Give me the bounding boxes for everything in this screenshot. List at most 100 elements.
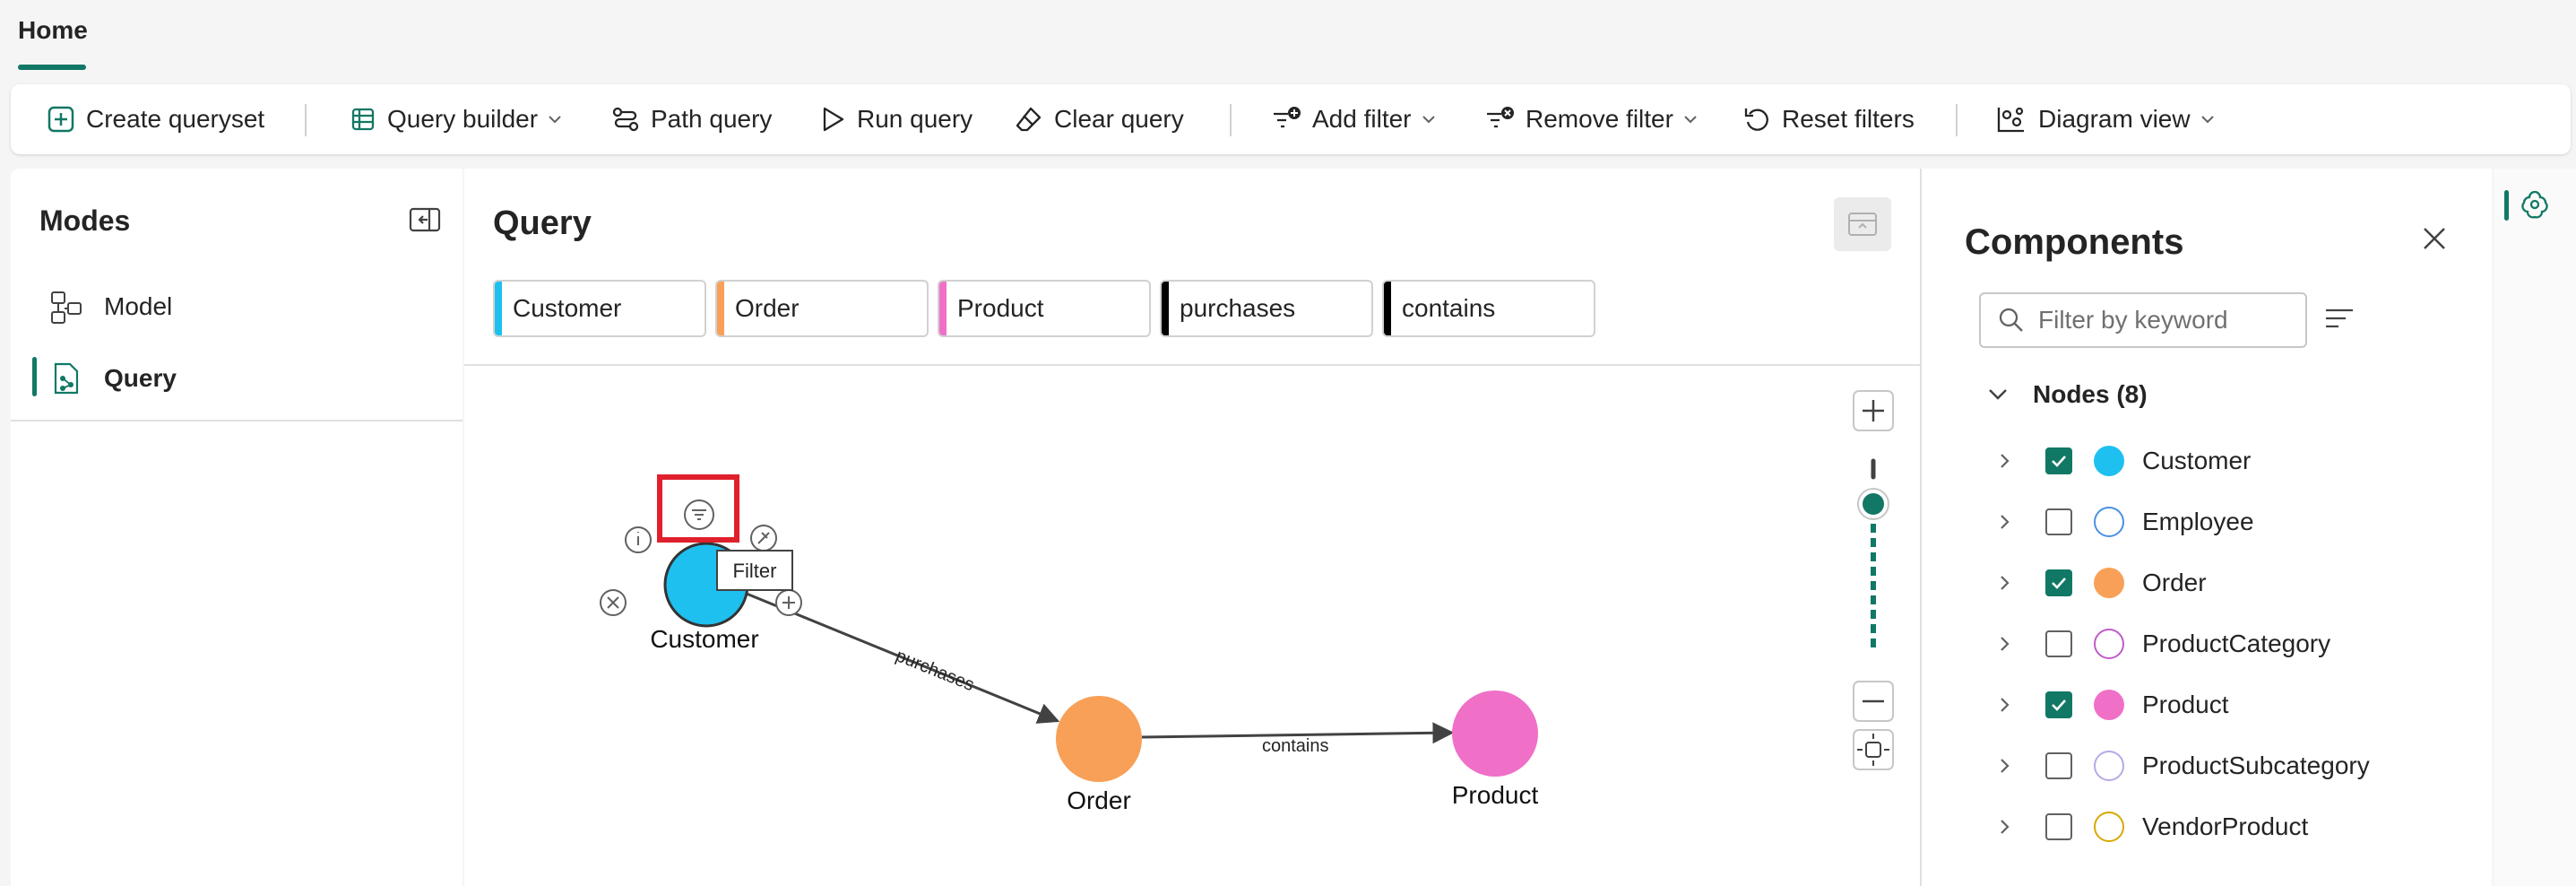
component-item[interactable]: Customer: [1993, 434, 2251, 488]
fit-to-screen-button[interactable]: [1853, 729, 1894, 770]
component-item[interactable]: ProductCategory: [1993, 617, 2330, 671]
expand-icon[interactable]: [775, 589, 802, 616]
play-icon: [823, 107, 844, 132]
nodes-section-header[interactable]: Nodes (8): [1984, 375, 2148, 414]
path-query-label: Path query: [651, 105, 773, 133]
mode-item-label: Model: [104, 292, 173, 320]
table-icon: [351, 108, 375, 131]
zoom-slider-thumb[interactable]: [1859, 490, 1888, 518]
component-item[interactable]: VendorProduct: [1993, 800, 2308, 854]
graph-node-product[interactable]: [1452, 691, 1538, 777]
add-filter-button[interactable]: Add filter: [1271, 84, 1448, 154]
sort-button[interactable]: [2323, 305, 2356, 336]
search-placeholder: Filter by keyword: [2038, 306, 2228, 334]
query-chip-purchases[interactable]: purchases: [1160, 280, 1373, 337]
search-input[interactable]: Filter by keyword: [1979, 292, 2307, 348]
component-label: Order: [2142, 569, 2207, 596]
mode-item-model[interactable]: Model: [32, 278, 172, 335]
clear-query-label: Clear query: [1054, 105, 1184, 133]
chevron-right-icon[interactable]: [1993, 450, 2015, 472]
query-chip-order[interactable]: Order: [715, 280, 929, 337]
component-color-dot: [2094, 812, 2124, 842]
component-checkbox[interactable]: [2045, 508, 2072, 535]
component-label: VendorProduct: [2142, 812, 2309, 840]
query-builder-label: Query builder: [387, 105, 539, 133]
add-square-icon: [48, 106, 74, 133]
chevron-right-icon[interactable]: [1993, 816, 2015, 838]
chip-color-bar: [717, 282, 724, 335]
sort-icon: [2326, 308, 2353, 328]
chevron-right-icon[interactable]: [1993, 633, 2015, 655]
component-color-dot: [2094, 568, 2124, 598]
info-icon[interactable]: [625, 526, 652, 553]
filter-add-icon: [1274, 107, 1301, 128]
component-item[interactable]: ProductSubcategory: [1993, 739, 2370, 793]
home-tab[interactable]: Home: [18, 16, 88, 45]
path-query-button[interactable]: Path query: [611, 84, 772, 154]
chip-label: Order: [735, 294, 800, 322]
chevron-right-icon[interactable]: [1993, 511, 2015, 533]
chip-color-bar: [495, 282, 502, 335]
toolbar-divider: [305, 104, 307, 136]
filter-icon[interactable]: [684, 499, 714, 530]
close-icon[interactable]: [600, 589, 627, 616]
component-item[interactable]: Order: [1993, 556, 2207, 610]
clear-query-button[interactable]: Clear query: [1015, 84, 1184, 154]
check-icon: [2052, 578, 2066, 589]
run-query-label: Run query: [857, 105, 973, 133]
copilot-icon: [2521, 190, 2548, 219]
right-rail: [2494, 169, 2576, 886]
query-chip-customer[interactable]: Customer: [493, 280, 706, 337]
toolbar: Create queryset Query builder Path query…: [11, 84, 2571, 154]
chip-color-bar: [1384, 282, 1391, 335]
query-chip-product[interactable]: Product: [938, 280, 1151, 337]
query-builder-button[interactable]: Query builder: [350, 84, 574, 154]
close-panel-button[interactable]: [2420, 224, 2449, 257]
copilot-button[interactable]: [2519, 188, 2551, 225]
component-checkbox[interactable]: [2045, 630, 2072, 657]
pin-icon[interactable]: [750, 525, 777, 552]
remove-filter-button[interactable]: Remove filter: [1484, 84, 1709, 154]
add-filter-label: Add filter: [1312, 105, 1412, 133]
reset-icon: [1744, 109, 1768, 131]
chevron-down-icon: [1422, 116, 1435, 124]
component-checkbox[interactable]: [2045, 691, 2072, 718]
run-query-button[interactable]: Run query: [817, 84, 972, 154]
graph-canvas[interactable]: purchases contains Customer Order Produc…: [464, 366, 1920, 880]
query-chip-contains[interactable]: contains: [1382, 280, 1595, 337]
component-label: Employee: [2142, 508, 2254, 535]
collapse-query-button[interactable]: [1834, 197, 1891, 251]
modes-panel: [11, 169, 462, 886]
check-icon: [2052, 699, 2066, 711]
component-checkbox[interactable]: [2045, 813, 2072, 840]
modes-title: Modes: [39, 204, 131, 237]
component-item[interactable]: Product: [1993, 678, 2229, 732]
component-checkbox[interactable]: [2045, 447, 2072, 474]
create-queryset-button[interactable]: Create queryset: [47, 84, 264, 154]
modes-divider: [11, 420, 462, 421]
chevron-right-icon[interactable]: [1993, 694, 2015, 716]
collapse-panel-button[interactable]: [409, 206, 441, 238]
chip-label: contains: [1402, 294, 1496, 322]
chevron-right-icon[interactable]: [1993, 572, 2015, 594]
zoom-in-button[interactable]: [1853, 390, 1894, 431]
zoom-out-button[interactable]: [1853, 681, 1894, 722]
graph-node-order[interactable]: [1056, 696, 1142, 782]
chip-label: purchases: [1180, 294, 1296, 322]
mode-item-query[interactable]: Query: [32, 350, 177, 407]
component-label: ProductSubcategory: [2142, 751, 2370, 779]
component-color-dot: [2094, 751, 2124, 781]
chip-color-bar: [1162, 282, 1169, 335]
diagram-view-button[interactable]: Diagram view: [1995, 84, 2226, 154]
nodes-section-label: Nodes (8): [2033, 380, 2148, 408]
panel-collapse-icon: [1848, 213, 1877, 236]
close-icon: [2424, 228, 2445, 249]
chevron-right-icon[interactable]: [1993, 755, 2015, 777]
chevron-down-icon: [549, 116, 561, 124]
component-checkbox[interactable]: [2045, 569, 2072, 596]
chevron-down-icon: [1989, 389, 2007, 400]
reset-filters-button[interactable]: Reset filters: [1742, 84, 1915, 154]
diagram-view-label: Diagram view: [2038, 105, 2191, 133]
component-checkbox[interactable]: [2045, 752, 2072, 779]
component-item[interactable]: Employee: [1993, 495, 2254, 549]
